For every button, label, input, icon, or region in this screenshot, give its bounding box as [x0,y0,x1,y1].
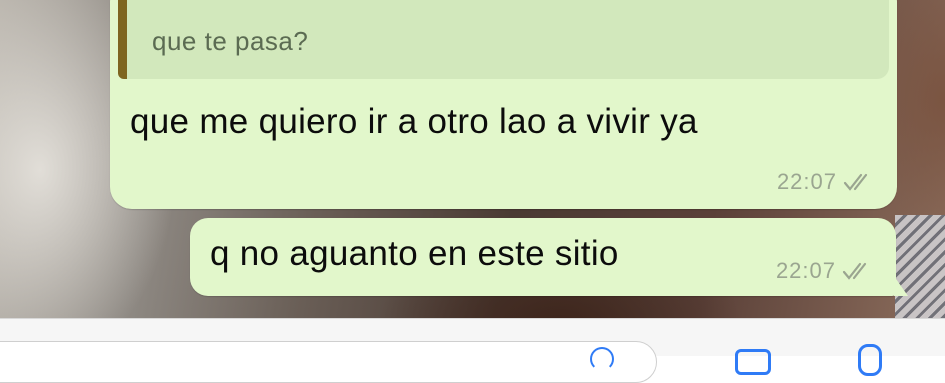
composer-bar [0,318,945,383]
double-check-icon [842,262,867,280]
message-meta: 22:07 [777,169,877,195]
message-time: 22:07 [776,169,837,194]
microphone-icon[interactable] [858,344,882,376]
quote-accent-bar [118,0,127,79]
sticker-icon[interactable] [590,347,614,371]
message-input[interactable] [0,341,657,383]
message-text: que me quiero ir a otro lao a vivir ya [130,102,698,141]
message-bubble[interactable]: q no aguanto en este sitio 22:07 [190,218,908,296]
bubble-tail [894,276,908,296]
camera-icon[interactable] [735,349,771,375]
message-time: 22:07 [775,258,836,283]
quoted-message-text: que te pasa? [152,26,309,56]
message-bubble[interactable]: que te pasa? que me quiero ir a otro lao… [110,0,897,209]
quoted-message[interactable]: que te pasa? [118,0,889,79]
double-check-icon [843,173,868,191]
message-meta: 22:07 [776,258,876,284]
message-text: q no aguanto en este sitio [210,234,619,273]
